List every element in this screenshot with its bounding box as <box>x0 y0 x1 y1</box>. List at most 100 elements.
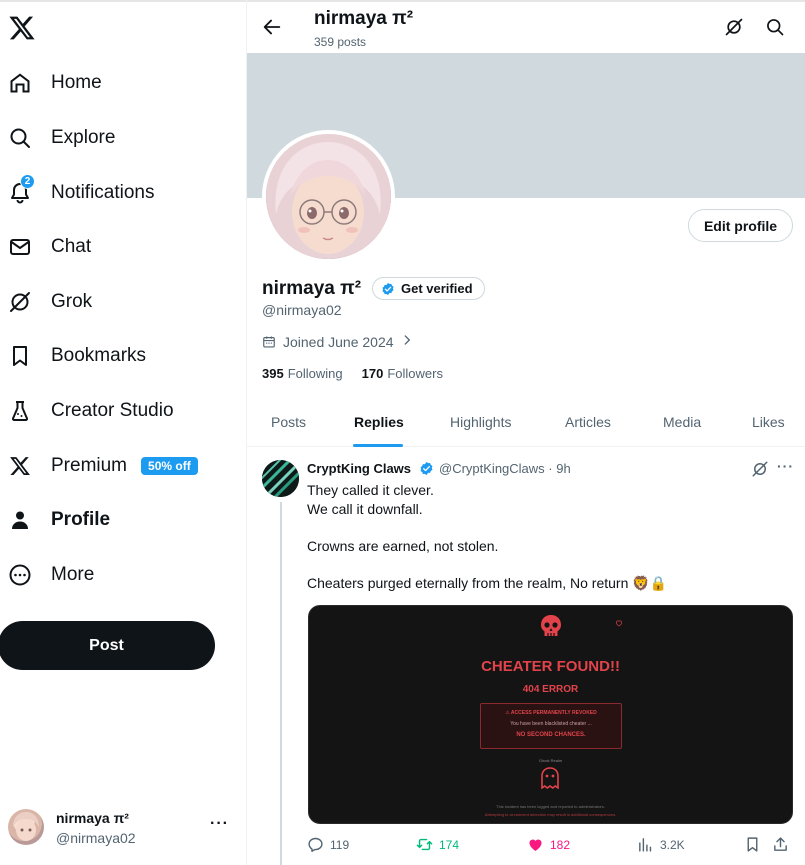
x-logo-icon <box>8 454 32 478</box>
bookmark-icon <box>8 344 32 368</box>
sidebar-item-home[interactable]: Home <box>8 63 102 103</box>
tab-articles[interactable]: Articles <box>565 414 611 430</box>
calendar-icon <box>262 335 276 349</box>
sidebar-item-profile[interactable]: Profile <box>8 500 110 540</box>
sidebar-item-label: Profile <box>51 509 111 530</box>
reply-icon <box>308 837 323 852</box>
profile-column: nirmaya π² 359 posts Edit profile nirmay… <box>247 0 805 865</box>
media-headline: CHEATER FOUND!! <box>481 658 620 675</box>
media-footer-note: This incident has been logged and report… <box>496 804 605 809</box>
sidebar-item-creator-studio[interactable]: Creator Studio <box>8 391 174 431</box>
active-tab-indicator <box>353 444 403 447</box>
following-count: 395 <box>262 366 284 381</box>
tab-highlights[interactable]: Highlights <box>450 414 511 430</box>
tweet-text-line: We call it downfall. <box>307 501 423 517</box>
sidebar-item-grok[interactable]: Grok <box>8 282 92 322</box>
share-button[interactable] <box>772 836 795 853</box>
get-verified-button[interactable]: Get verified <box>372 277 485 300</box>
repost-button[interactable]: 174 <box>416 836 459 853</box>
media-alert-footer: NO SECOND CHANCES. <box>516 732 586 738</box>
tweet-author-avatar[interactable] <box>262 460 299 497</box>
thread-line <box>280 502 282 865</box>
following-label: Following <box>287 366 343 381</box>
sidebar-item-bookmarks[interactable]: Bookmarks <box>8 336 146 376</box>
sidebar-item-label: Creator Studio <box>51 400 174 421</box>
ghost-icon <box>540 767 560 790</box>
sidebar-item-label: Notifications <box>51 182 155 203</box>
media-alert-box: ⚠ ACCESS PERMANENTLY REVOKED You have be… <box>480 703 622 749</box>
repost-count: 174 <box>439 837 460 852</box>
more-dots-icon[interactable]: ··· <box>777 458 794 474</box>
followers-count: 170 <box>361 366 384 381</box>
more-dots-icon[interactable]: ··· <box>210 815 229 833</box>
home-icon <box>8 71 32 95</box>
person-icon <box>8 508 32 532</box>
edit-profile-button[interactable]: Edit profile <box>688 209 793 242</box>
views-chart-icon <box>639 838 652 852</box>
tab-replies[interactable]: Replies <box>354 414 404 430</box>
heart-outline-icon <box>615 614 623 627</box>
post-count: 359 posts <box>314 35 367 49</box>
media-alert-body: You have been blacklisted cheater ... <box>510 721 592 727</box>
search-icon[interactable] <box>765 17 785 37</box>
bell-icon: 2 <box>8 174 35 205</box>
views-button[interactable]: 3.2K <box>637 836 685 853</box>
sidebar-item-premium[interactable]: Premium 50% off <box>8 446 198 486</box>
notification-badge: 2 <box>20 174 35 189</box>
tweet-author-name[interactable]: CryptKing Claws <box>307 461 411 476</box>
tab-likes[interactable]: Likes <box>752 414 785 430</box>
tweet-meta[interactable]: @CryptKingClaws · 9h <box>439 461 571 476</box>
flask-icon <box>8 399 32 423</box>
profile-tabs: Posts Replies Highlights Articles Media … <box>247 398 805 447</box>
sidebar-item-more[interactable]: More <box>8 555 94 595</box>
tweet-actions: 119 174 182 3.2K <box>307 836 797 856</box>
mail-icon <box>8 235 32 259</box>
view-count: 3.2K <box>660 837 685 852</box>
sidebar-item-label: Chat <box>51 236 92 257</box>
premium-discount-badge: 50% off <box>141 457 198 475</box>
like-count: 182 <box>550 837 571 852</box>
media-caption: Ghost Realm <box>538 758 563 763</box>
reply-button[interactable]: 119 <box>307 836 349 853</box>
bookmark-icon <box>747 837 758 852</box>
account-name: nirmaya π² <box>56 810 129 826</box>
tab-posts[interactable]: Posts <box>271 414 306 430</box>
profile-header: nirmaya π² 359 posts <box>247 2 805 53</box>
sidebar-item-chat[interactable]: Chat <box>8 227 91 267</box>
verified-badge-icon <box>419 461 434 476</box>
sidebar-item-label: Explore <box>51 127 116 148</box>
media-alert-title: ⚠ ACCESS PERMANENTLY REVOKED <box>505 710 597 716</box>
media-subheadline: 404 ERROR <box>522 684 579 695</box>
tab-media[interactable]: Media <box>663 414 701 430</box>
sidebar-item-label: Premium <box>51 455 128 476</box>
sidebar-item-notifications[interactable]: 2 Notifications <box>8 173 155 213</box>
tweet-media-image[interactable]: CHEATER FOUND!! 404 ERROR ⚠ ACCESS PERMA… <box>308 605 793 824</box>
share-icon <box>774 837 787 851</box>
back-arrow-icon[interactable] <box>261 16 283 38</box>
grok-icon[interactable] <box>751 460 769 478</box>
profile-avatar[interactable] <box>262 130 395 263</box>
following-link[interactable]: 395 Following <box>262 366 343 381</box>
x-logo-icon[interactable] <box>8 14 36 42</box>
post-button[interactable]: Post <box>0 621 215 670</box>
joined-label: Joined June 2024 <box>283 333 394 350</box>
bookmark-button[interactable] <box>744 836 767 853</box>
grok-icon <box>8 290 32 314</box>
follow-stats: 395 Following 170 Followers <box>262 366 462 381</box>
account-switcher[interactable]: nirmaya π² @nirmaya02 ··· <box>0 803 246 855</box>
grok-icon[interactable] <box>724 17 744 37</box>
sidebar-item-explore[interactable]: Explore <box>8 118 115 158</box>
get-verified-label: Get verified <box>401 281 473 296</box>
followers-label: Followers <box>387 366 443 381</box>
profile-name: nirmaya π² <box>262 278 362 299</box>
sidebar: Home Explore 2 Notifications Chat Grok B… <box>0 0 247 865</box>
search-icon <box>8 126 32 150</box>
like-button[interactable]: 182 <box>527 836 570 853</box>
joined-date[interactable]: Joined June 2024 <box>262 333 414 350</box>
reply-count: 119 <box>330 837 350 852</box>
tweet-text-line: They called it clever. <box>307 482 434 498</box>
verified-badge-icon <box>381 282 395 296</box>
followers-link[interactable]: 170 Followers <box>362 366 443 381</box>
tweet[interactable]: CryptKing Claws @CryptKingClaws · 9h ···… <box>247 448 805 865</box>
profile-handle: @nirmaya02 <box>262 302 342 318</box>
